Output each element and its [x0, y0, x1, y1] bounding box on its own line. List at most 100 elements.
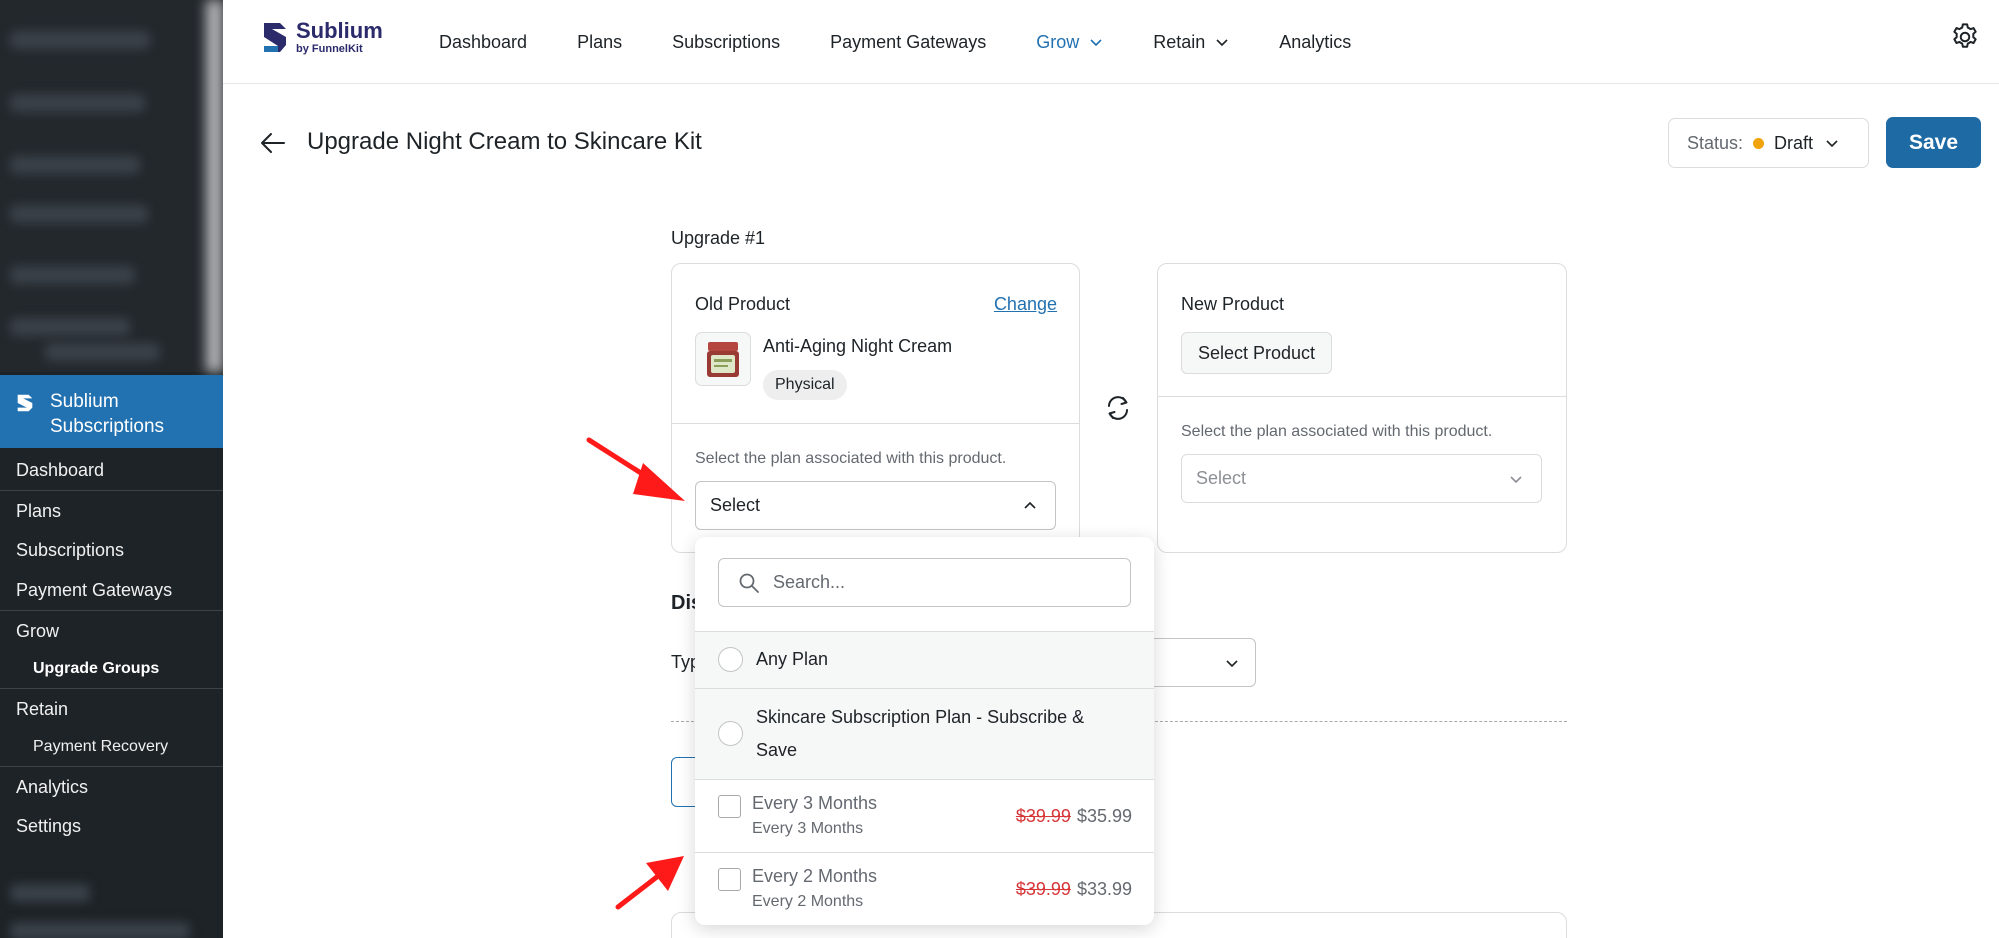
- page-title: Upgrade Night Cream to Skincare Kit: [307, 128, 702, 155]
- sidebar-item-settings[interactable]: Settings: [0, 806, 223, 846]
- plan-dropdown: Search... Any Plan Skincare Subscription…: [695, 537, 1154, 925]
- change-link[interactable]: Change: [994, 294, 1057, 315]
- chevron-up-icon: [1024, 501, 1036, 509]
- sidebar-submenu: Dashboard Plans Subscriptions Payment Ga…: [0, 450, 223, 846]
- brand-company: FunnelKit: [311, 43, 363, 55]
- old-price: $39.99: [1015, 806, 1071, 826]
- nav-payment-gateways[interactable]: Payment Gateways: [830, 32, 986, 53]
- main-nav: Dashboard Plans Subscriptions Payment Ga…: [439, 0, 1401, 84]
- status-select[interactable]: Status: Draft: [1668, 118, 1869, 168]
- nav-retain[interactable]: Retain: [1153, 32, 1229, 53]
- option-price: $39.99 $35.99: [1016, 806, 1132, 827]
- radio-plan-group[interactable]: [718, 721, 743, 746]
- blurred-menu-item: [10, 94, 145, 112]
- chevron-down-icon: [1216, 39, 1228, 47]
- blurred-menu-item: [10, 205, 148, 223]
- old-product-name: Anti-Aging Night Cream: [763, 336, 953, 356]
- sidebar-item-retain[interactable]: Retain: [0, 688, 223, 728]
- old-product-heading: Old Product: [695, 294, 791, 314]
- option-plan-group-label: Skincare Subscription Plan - Subscribe &…: [756, 707, 1085, 760]
- plan-search-input[interactable]: Search...: [718, 558, 1131, 607]
- option-plan-group[interactable]: Skincare Subscription Plan - Subscribe &…: [695, 689, 1154, 779]
- select-product-button[interactable]: Select Product: [1181, 332, 1333, 374]
- new-plan-helper: Select the plan associated with this pro…: [1181, 423, 1493, 440]
- plan-search-placeholder: Search...: [773, 572, 846, 592]
- checkbox-every-2-months[interactable]: [718, 868, 741, 891]
- search-icon: [739, 573, 759, 593]
- nav-retain-label: Retain: [1153, 31, 1206, 52]
- chevron-down-icon: [1510, 476, 1522, 484]
- nav-plans[interactable]: Plans: [577, 32, 622, 53]
- sidebar-active-sublium[interactable]: Sublium Subscriptions: [0, 375, 223, 448]
- gear-icon[interactable]: [1949, 21, 1981, 53]
- brand-by: by: [296, 43, 309, 55]
- checkbox-every-3-months[interactable]: [718, 795, 741, 818]
- blurred-menu-item: [10, 266, 135, 284]
- sublium-logo-icon: [264, 23, 286, 52]
- new-plan-select: Select: [1181, 454, 1542, 503]
- new-price: $35.99: [1076, 806, 1132, 826]
- blurred-menu-area: [0, 0, 223, 372]
- new-product-card: New Product Select Product Select the pl…: [1157, 263, 1567, 553]
- option-any-plan-label: Any Plan: [756, 649, 829, 669]
- blurred-menu-item: [45, 343, 160, 361]
- blurred-menu-item: [10, 156, 140, 174]
- radio-any-plan[interactable]: [718, 647, 743, 672]
- blurred-menu-item: [10, 31, 150, 49]
- option-any-plan[interactable]: Any Plan: [695, 632, 1154, 688]
- save-button[interactable]: Save: [1886, 117, 1981, 168]
- sidebar-active-label: Sublium Subscriptions: [50, 391, 165, 437]
- brand-subtitle: by FunnelKit: [296, 42, 383, 56]
- annotation-arrow-icon: [615, 856, 684, 910]
- top-nav: Sublium by FunnelKit Dashboard Plans Sub…: [223, 0, 1999, 84]
- nav-grow-label: Grow: [1036, 31, 1080, 52]
- sidebar-item-grow[interactable]: Grow: [0, 610, 223, 650]
- dropdown-divider: [695, 852, 1154, 853]
- brand-name: Sublium: [296, 18, 383, 43]
- blurred-menu-item: [10, 318, 130, 336]
- nav-subscriptions[interactable]: Subscriptions: [672, 32, 780, 53]
- option-subtitle: Every 3 Months: [752, 820, 864, 837]
- sublium-logo-icon: [17, 394, 33, 412]
- old-product-card: Old Product Change Anti-Aging Night Crea…: [671, 263, 1080, 553]
- old-plan-select[interactable]: Select: [695, 481, 1056, 530]
- option-title: Every 3 Months: [752, 793, 878, 813]
- nav-analytics[interactable]: Analytics: [1279, 32, 1351, 53]
- product-thumbnail: [695, 332, 751, 386]
- status-label: Status:: [1687, 132, 1744, 153]
- blurred-edge: [206, 0, 223, 372]
- nav-grow[interactable]: Grow: [1036, 32, 1103, 53]
- sidebar-item-plans[interactable]: Plans: [0, 490, 223, 530]
- product-type-badge: Physical: [763, 370, 847, 400]
- blurred-menu-bottom: [0, 862, 223, 938]
- blurred-menu-item: [10, 884, 90, 902]
- status-value: Draft: [1774, 132, 1814, 153]
- wp-admin-sidebar: Sublium Subscriptions Dashboard Plans Su…: [0, 0, 223, 938]
- sidebar-item-payment-gateways[interactable]: Payment Gateways: [0, 570, 223, 610]
- blurred-menu-item: [10, 922, 190, 938]
- option-price: $39.99 $33.99: [1016, 879, 1132, 900]
- brand-logo[interactable]: Sublium by FunnelKit: [260, 19, 383, 57]
- status-dot-icon: [1753, 137, 1765, 149]
- chevron-down-icon: [1226, 660, 1238, 668]
- dropdown-divider: [695, 779, 1154, 780]
- sidebar-item-analytics[interactable]: Analytics: [0, 766, 223, 806]
- sidebar-item-payment-recovery[interactable]: Payment Recovery: [0, 728, 223, 766]
- cream-jar-icon: [707, 342, 739, 377]
- option-subtitle: Every 2 Months: [752, 893, 864, 910]
- app-root: Sublium Subscriptions Dashboard Plans Su…: [0, 0, 1999, 938]
- nav-dashboard[interactable]: Dashboard: [439, 32, 527, 53]
- new-plan-select-placeholder: Select: [1196, 468, 1247, 488]
- sidebar-item-dashboard[interactable]: Dashboard: [0, 450, 223, 490]
- sidebar-item-upgrade-groups[interactable]: Upgrade Groups: [0, 650, 223, 688]
- back-arrow-icon[interactable]: [258, 128, 288, 158]
- old-plan-helper: Select the plan associated with this pro…: [695, 450, 1007, 467]
- old-plan-select-value: Select: [710, 495, 761, 515]
- new-product-heading: New Product: [1181, 294, 1285, 314]
- option-title: Every 2 Months: [752, 866, 878, 886]
- upgrade-label: Upgrade #1: [671, 228, 766, 248]
- old-price: $39.99: [1015, 879, 1071, 899]
- sidebar-item-subscriptions[interactable]: Subscriptions: [0, 530, 223, 570]
- chevron-down-icon: [1826, 140, 1838, 148]
- annotation-arrow-icon: [586, 437, 685, 501]
